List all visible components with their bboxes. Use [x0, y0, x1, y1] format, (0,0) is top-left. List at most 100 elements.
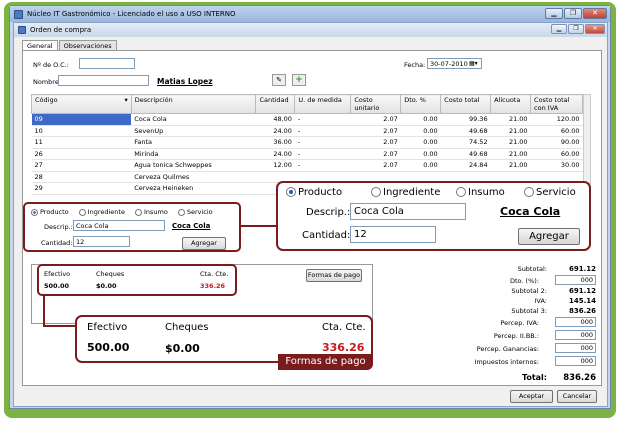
- payment-callout-line: [43, 296, 45, 326]
- window-icon: [18, 26, 26, 34]
- cheques-label: Cheques: [96, 270, 125, 278]
- table-cell: 60.00: [530, 125, 583, 137]
- percep-iva-input[interactable]: 000: [555, 317, 596, 327]
- window-close-button[interactable]: ✕: [585, 24, 605, 34]
- col-costo-unitario[interactable]: Costo unitario: [350, 94, 402, 114]
- col-alicuota[interactable]: Alícuota: [490, 94, 532, 114]
- table-row[interactable]: 10 SevenUp 24.00-2.07 0.00 49.68 21.00 60.00: [31, 125, 583, 137]
- items-table: Código ▾ Descripción Cantidad U. de medid…: [31, 94, 583, 195]
- zoom-cantidad-label: Cantidad:: [302, 230, 351, 241]
- table-cell: 10: [31, 125, 132, 137]
- table-header-row: Código ▾ Descripción Cantidad U. de medid…: [31, 94, 583, 114]
- table-cell: Coca Cola: [131, 113, 256, 126]
- table-cell: 49.68: [440, 125, 491, 137]
- cantidad-input[interactable]: 12: [73, 236, 130, 247]
- agregar-button[interactable]: Agregar: [182, 237, 226, 250]
- table-row[interactable]: 27 Agua tonica Schweppes 12.00-2.07 0.00 24.…: [31, 159, 583, 172]
- table-cell: 0.00: [400, 113, 441, 126]
- percep-gan-input[interactable]: 000: [555, 343, 596, 353]
- zoom-efectivo-value: 500.00: [87, 341, 130, 354]
- table-cell: 120.00: [530, 113, 583, 126]
- table-row[interactable]: 09 Coca Cola 48.00-2.07 0.00 99.36 21.00 120.0…: [31, 113, 583, 126]
- table-cell: 0.00: [400, 159, 441, 172]
- table-cell: 2.07: [350, 159, 401, 172]
- zoom-radio-servicio[interactable]: Servicio: [524, 187, 576, 198]
- col-cantidad[interactable]: Cantidad: [255, 94, 296, 114]
- dto-label: Dto. (%):: [510, 277, 539, 285]
- table-cell: 21.00: [490, 136, 531, 149]
- zoom-radio-ingrediente[interactable]: Ingrediente: [371, 187, 456, 198]
- radio-insumo[interactable]: Insumo: [134, 208, 168, 216]
- subtotal3-value: 836.26: [568, 307, 596, 315]
- edit-proveedor-icon[interactable]: ✎: [272, 74, 286, 86]
- maximize-button[interactable]: ❐: [564, 8, 582, 19]
- formas-pago-badge: Formas de pago: [278, 354, 373, 370]
- table-cell: -: [294, 159, 351, 172]
- table-cell: -: [294, 113, 351, 126]
- table-scrollbar[interactable]: [583, 94, 591, 184]
- table-cell: 2.07: [350, 148, 401, 160]
- table-cell: 24.00: [255, 148, 295, 160]
- calendar-icon[interactable]: ▦▾: [469, 59, 481, 68]
- efectivo-label: Efectivo: [44, 270, 71, 278]
- percep-iva-label: Percep. IVA:: [500, 319, 539, 327]
- table-cell: Cerveza Heineken: [131, 182, 256, 195]
- aceptar-button[interactable]: Aceptar: [510, 390, 553, 403]
- window-maximize-button[interactable]: ❐: [568, 24, 584, 34]
- table-row[interactable]: 11 Fanta 36.00-2.07 0.00 74.52 21.00 90.00: [31, 136, 583, 149]
- table-cell: 0.00: [400, 125, 441, 137]
- item-form-zoom: Producto Ingrediente Insumo Servicio Des…: [276, 181, 591, 251]
- cancelar-button[interactable]: Cancelar: [557, 390, 597, 403]
- percep-iibb-input[interactable]: 000: [555, 330, 596, 340]
- zoom-cantidad-input[interactable]: 12: [350, 226, 436, 243]
- zoom-descrip-link[interactable]: Coca Cola: [500, 205, 560, 218]
- imp-int-input[interactable]: 000: [555, 356, 596, 366]
- col-dto[interactable]: Dto. %: [400, 94, 442, 114]
- oc-input[interactable]: [79, 58, 135, 69]
- col-codigo[interactable]: Código ▾: [31, 94, 132, 114]
- close-button[interactable]: ✕: [583, 8, 607, 19]
- zoom-cheques-value: $0.00: [165, 342, 200, 355]
- nombre-input[interactable]: [58, 75, 149, 86]
- total-label: Total:: [521, 373, 547, 382]
- table-cell: 90.00: [530, 136, 583, 149]
- table-cell: 29: [31, 182, 132, 195]
- app-title: Núcleo IT Gastronómico - Licenciado el u…: [27, 10, 236, 18]
- zoom-radio-insumo[interactable]: Insumo: [456, 187, 524, 198]
- descrip-input[interactable]: Coca Cola: [73, 220, 165, 231]
- radio-servicio[interactable]: Servicio: [177, 208, 213, 216]
- window-minimize-button[interactable]: ▁: [551, 24, 567, 34]
- table-cell: Agua tonica Schweppes: [131, 159, 256, 172]
- table-cell: SevenUp: [131, 125, 256, 137]
- descrip-link[interactable]: Coca Cola: [172, 222, 210, 230]
- ctacte-value: 336.26: [200, 282, 226, 290]
- table-cell: 2.07: [350, 125, 401, 137]
- table-cell: 36.00: [255, 136, 295, 149]
- radio-ingrediente[interactable]: Ingrediente: [78, 208, 125, 216]
- table-row[interactable]: 26 Mirinda 24.00-2.07 0.00 49.68 21.00 60.00: [31, 148, 583, 160]
- zoom-descrip-input[interactable]: Coca Cola: [350, 203, 466, 220]
- formas-pago-button[interactable]: Formas de pago: [306, 269, 362, 282]
- callout-connector: [241, 225, 276, 227]
- add-proveedor-icon[interactable]: +: [292, 74, 306, 86]
- table-cell: 49.68: [440, 148, 491, 160]
- payment-highlight: [37, 264, 237, 296]
- table-cell: -: [294, 136, 351, 149]
- imp-int-label: Impuestos internos:: [474, 358, 539, 366]
- dto-input[interactable]: 000: [555, 275, 596, 285]
- col-unidad[interactable]: U. de medida: [294, 94, 352, 114]
- app-titlebar: Núcleo IT Gastronómico - Licenciado el u…: [10, 6, 610, 22]
- col-costo-iva[interactable]: Costo total con IVA: [530, 94, 583, 114]
- radio-producto[interactable]: Producto: [31, 208, 69, 216]
- proveedor-link[interactable]: Matias Lopez: [157, 77, 213, 86]
- table-cell: 11: [31, 136, 132, 149]
- subtotal-value: 691.12: [568, 265, 596, 273]
- zoom-radio-producto[interactable]: Producto: [286, 187, 371, 198]
- table-cell: 09: [31, 113, 132, 126]
- table-cell: 74.52: [440, 136, 491, 149]
- payment-callout-line-h: [43, 325, 76, 327]
- minimize-button[interactable]: ▁: [545, 8, 563, 19]
- zoom-agregar-button[interactable]: Agregar: [518, 228, 580, 245]
- col-costo-total[interactable]: Costo total: [440, 94, 492, 114]
- col-descripcion[interactable]: Descripción: [130, 94, 257, 114]
